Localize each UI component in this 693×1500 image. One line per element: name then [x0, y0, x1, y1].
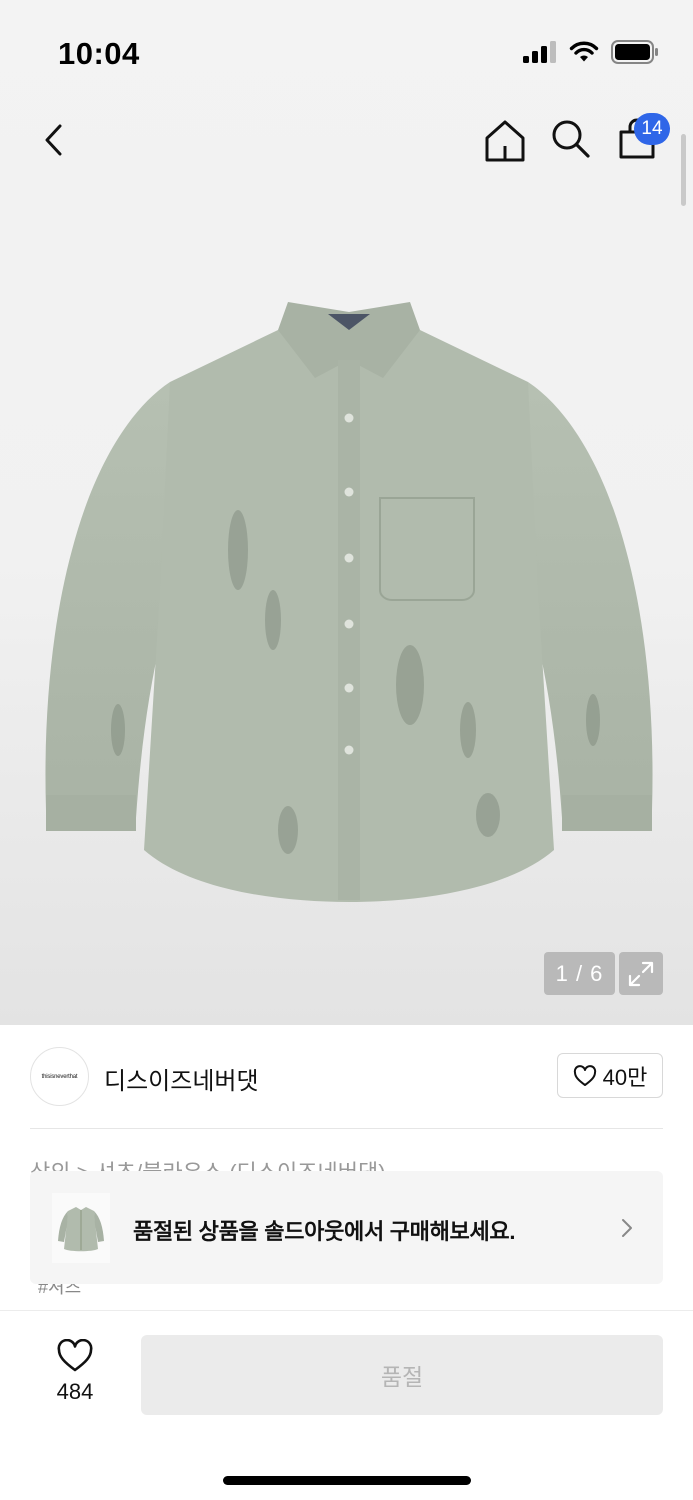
brand-name[interactable]: 디스이즈네버댓: [104, 1061, 259, 1096]
back-button[interactable]: [32, 118, 76, 162]
search-icon: [552, 120, 590, 158]
home-button[interactable]: [482, 118, 528, 164]
chevron-right-icon: [622, 1219, 632, 1237]
heart-icon: [57, 1339, 93, 1372]
soldout-thumbnail: [52, 1193, 110, 1263]
product-gallery[interactable]: 10:04 14 1 / 6: [0, 0, 693, 1025]
brand-logo-text: thisisneverthat: [41, 1073, 78, 1080]
scroll-indicator: [681, 134, 686, 206]
cart-count-badge: 14: [634, 113, 670, 145]
divider: [30, 1128, 663, 1129]
search-button[interactable]: [548, 116, 594, 162]
status-bar: 10:04: [0, 0, 693, 100]
cellular-signal-icon: [523, 41, 556, 63]
expand-icon: [628, 961, 654, 986]
brand-like-button[interactable]: 40만: [557, 1053, 663, 1098]
chevron-left-icon: [45, 124, 62, 156]
battery-icon: [611, 40, 658, 64]
shirt-thumbnail-icon: [58, 1207, 104, 1252]
soldout-banner-text: 품절된 상품을 솔드아웃에서 구매해보세요.: [133, 1219, 516, 1244]
home-indicator[interactable]: [223, 1476, 471, 1485]
home-icon: [485, 120, 525, 162]
soldout-button[interactable]: 품절: [141, 1335, 663, 1415]
expand-button[interactable]: [619, 952, 663, 995]
image-counter: 1 / 6: [544, 952, 615, 995]
brand-like-count: 40만: [602, 1064, 648, 1090]
product-page: 10:04 14 1 / 6 thisisneverthat 디스이즈네버댓 4…: [0, 0, 693, 1500]
purchase-bar: 484 품절: [0, 1310, 693, 1500]
status-icons: [523, 40, 659, 64]
brand-row: thisisneverthat 디스이즈네버댓 40만: [0, 1025, 693, 1129]
product-image: [45, 302, 653, 902]
heart-icon: [573, 1064, 596, 1086]
soldout-banner[interactable]: 품절된 상품을 솔드아웃에서 구매해보세요.: [30, 1171, 663, 1284]
hashtag[interactable]: #셔츠: [30, 1283, 98, 1295]
status-time: 10:04: [58, 36, 140, 71]
wifi-icon: [569, 41, 599, 62]
like-count: 484: [56, 1379, 94, 1404]
like-button[interactable]: 484: [44, 1339, 106, 1409]
brand-logo[interactable]: thisisneverthat: [30, 1047, 89, 1106]
